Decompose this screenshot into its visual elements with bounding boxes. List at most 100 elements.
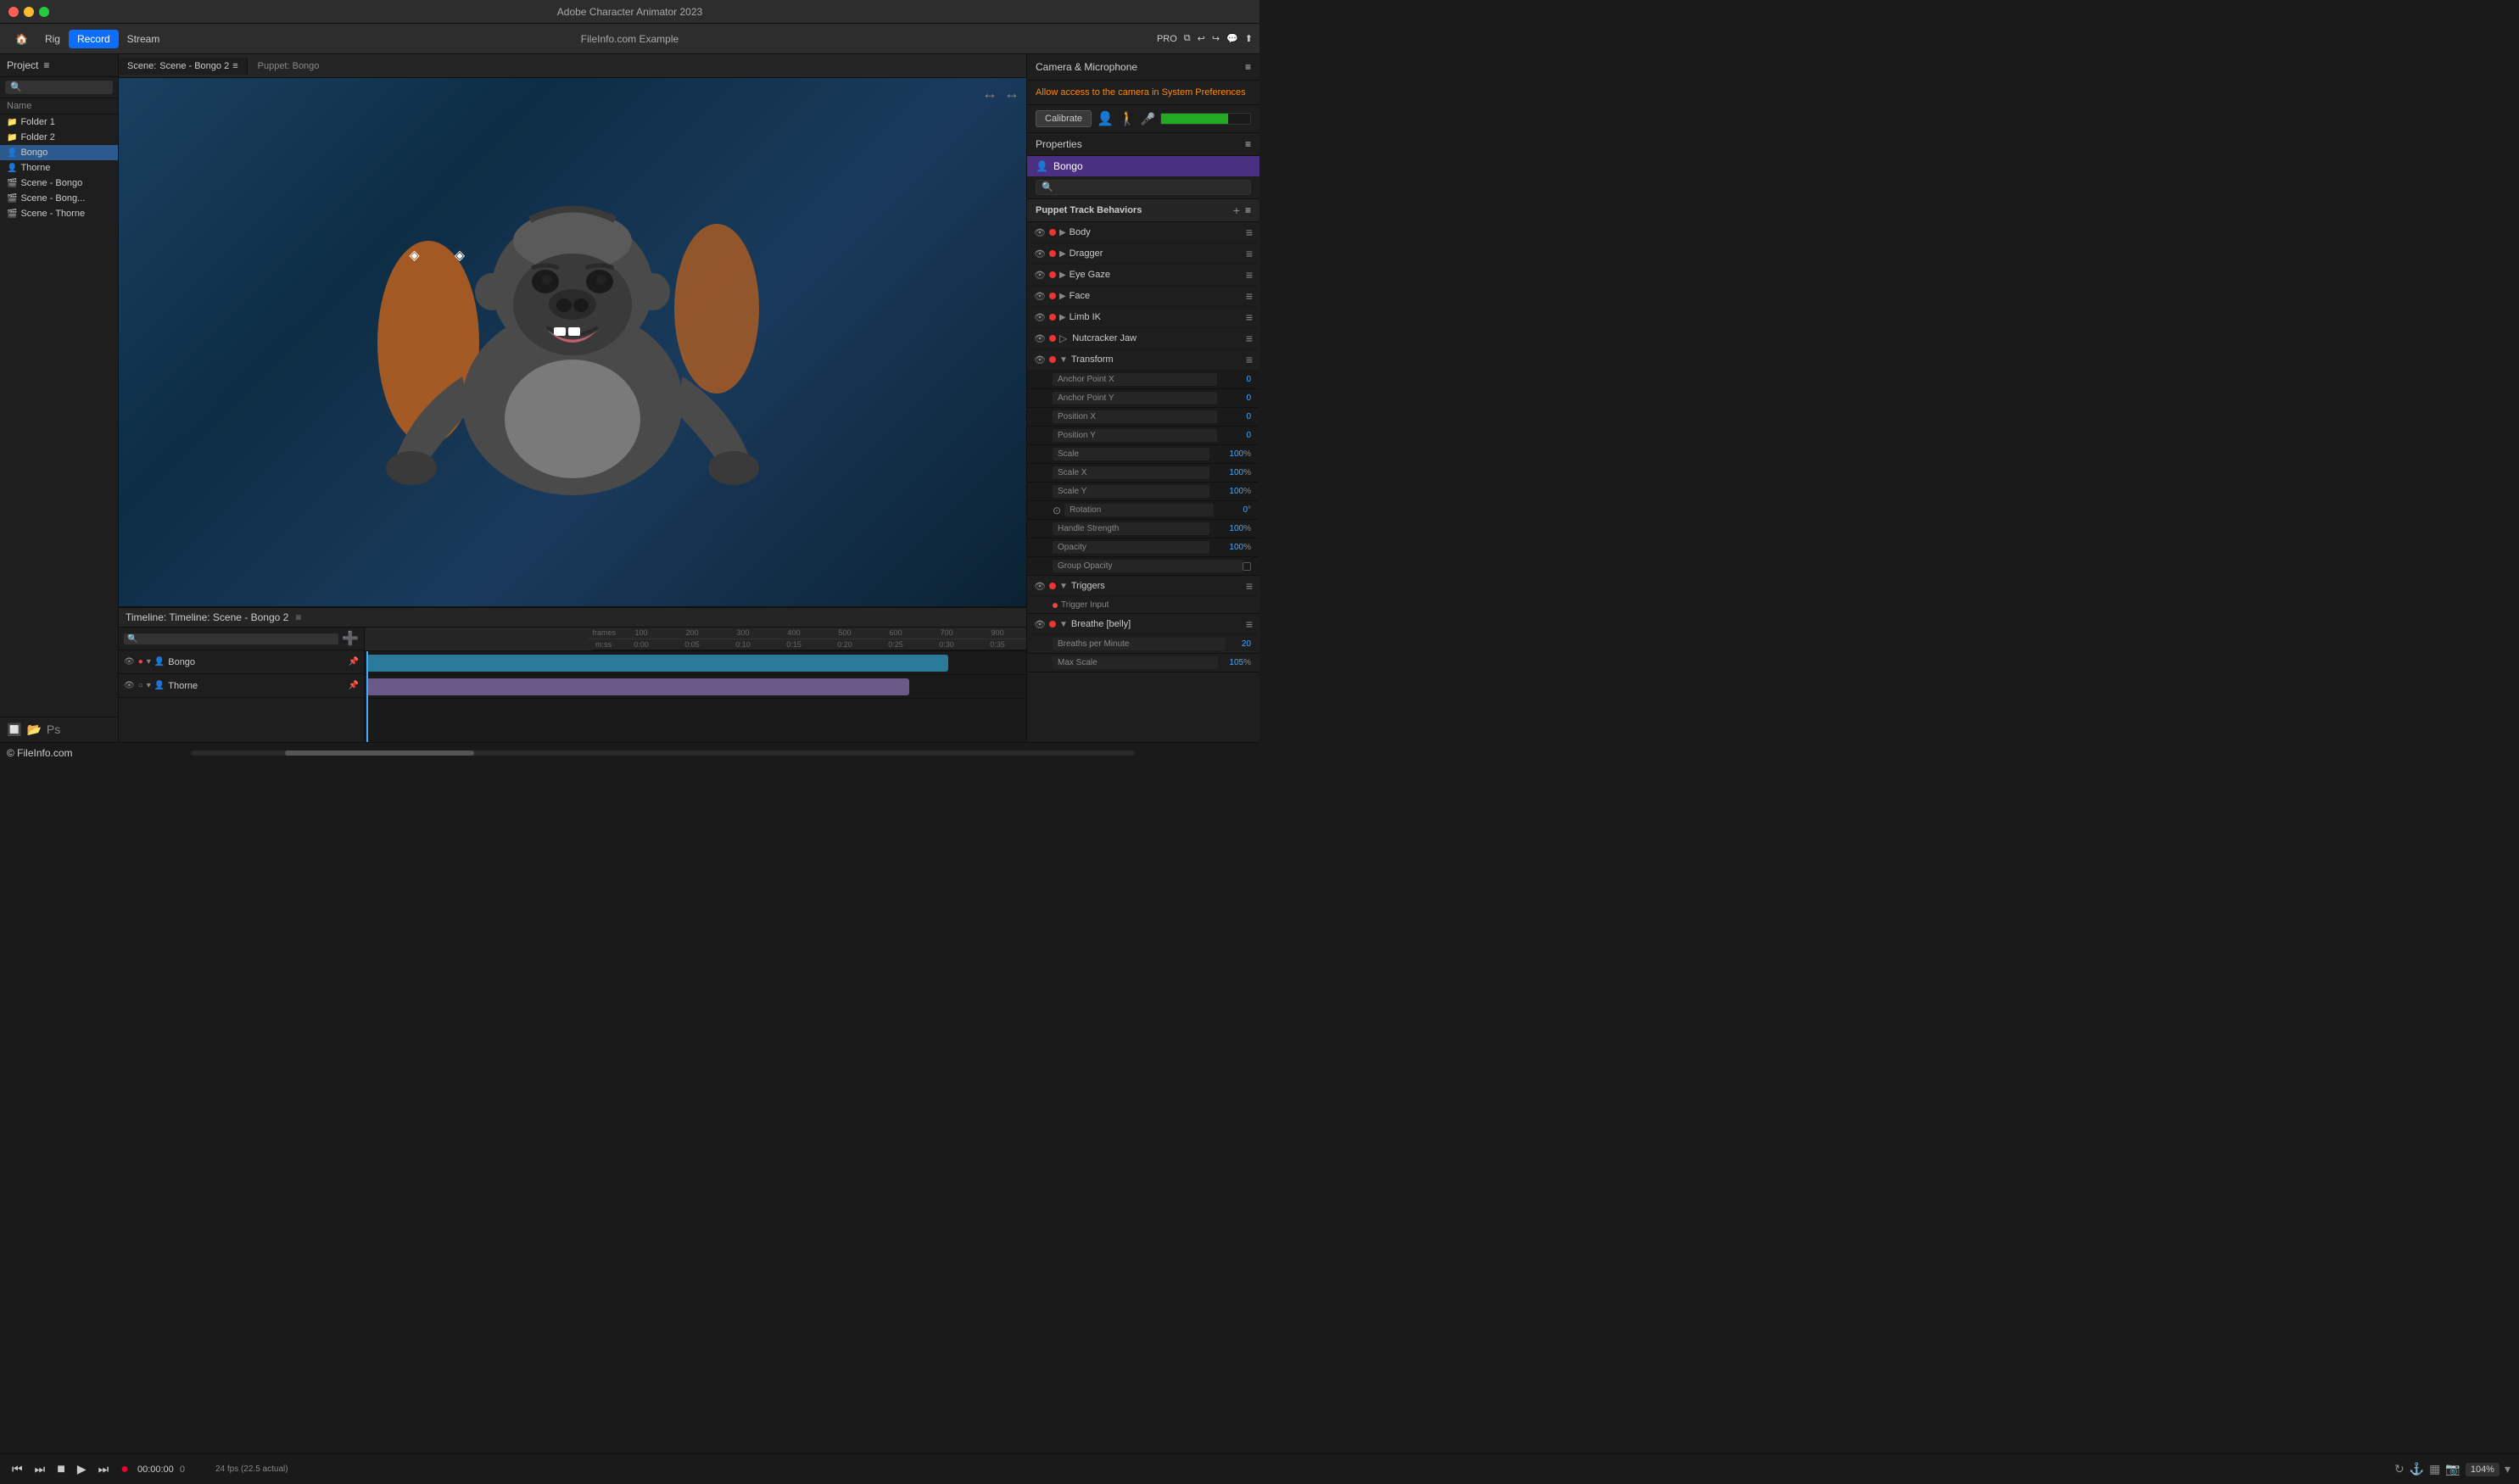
properties-menu-icon[interactable]: ≡	[1245, 138, 1251, 150]
close-button[interactable]	[8, 7, 19, 17]
behavior-eye-transform[interactable]: 👁	[1034, 354, 1046, 365]
menu-rig[interactable]: Rig	[36, 30, 69, 48]
group-opacity-label[interactable]: Group Opacity	[1053, 560, 1243, 572]
add-behavior-button[interactable]: +	[1233, 204, 1240, 217]
track-dot-icon[interactable]: ○	[138, 681, 143, 690]
rotation-label[interactable]: Rotation	[1064, 504, 1214, 516]
timeline-playhead[interactable]	[366, 651, 368, 742]
anchor-point-x-value[interactable]: 0	[1217, 375, 1251, 384]
timeline-search-input[interactable]	[124, 633, 338, 644]
behavior-eye-eyegaze[interactable]: 👁	[1034, 270, 1046, 281]
to-start-button[interactable]: ⏮	[8, 1460, 26, 1478]
track-eye-icon[interactable]: 👁	[124, 657, 135, 667]
project-item-folder1[interactable]: 📁 Folder 1	[0, 114, 118, 130]
behavior-expand-dragger[interactable]: ▶	[1059, 249, 1066, 259]
opacity-value[interactable]: 100	[1209, 543, 1243, 552]
camera-panel-menu-icon[interactable]: ≡	[1245, 61, 1251, 73]
behavior-eye-triggers[interactable]: 👁	[1034, 581, 1046, 592]
track-expand-icon[interactable]: ▾	[147, 681, 151, 690]
anchor-point-y-value[interactable]: 0	[1217, 393, 1251, 403]
handle-strength-value[interactable]: 100	[1209, 524, 1243, 533]
resize-horizontal-icon[interactable]: ↔	[982, 85, 997, 103]
behavior-menu-triggers[interactable]: ≡	[1246, 579, 1253, 593]
handle-strength-label[interactable]: Handle Strength	[1053, 522, 1209, 535]
behavior-expand-transform[interactable]: ▼	[1059, 355, 1068, 365]
max-scale-value[interactable]: 105	[1218, 658, 1243, 667]
record-button[interactable]: ●	[117, 1460, 132, 1479]
scrollbar-thumb[interactable]	[285, 750, 474, 756]
play-button[interactable]: ▶	[74, 1460, 90, 1478]
behavior-expand-eyegaze[interactable]: ▶	[1059, 271, 1066, 280]
behavior-expand-nutcracker[interactable]: ▷	[1059, 332, 1067, 344]
project-item-scene-bongo[interactable]: 🎬 Scene - Bongo	[0, 176, 118, 191]
group-opacity-checkbox[interactable]	[1243, 562, 1251, 571]
anchor-point-y-label[interactable]: Anchor Point Y	[1053, 392, 1217, 404]
behavior-eye-dragger[interactable]: 👁	[1034, 248, 1046, 259]
project-search-input[interactable]	[5, 81, 113, 94]
behavior-menu-breathe[interactable]: ≡	[1246, 617, 1253, 631]
resize-diagonal-icon[interactable]: ↔	[1004, 85, 1019, 103]
behavior-expand-triggers[interactable]: ▼	[1059, 582, 1068, 591]
position-y-label[interactable]: Position Y	[1053, 429, 1217, 442]
track-dot-icon[interactable]: ●	[138, 657, 143, 667]
behavior-menu-face[interactable]: ≡	[1246, 289, 1253, 303]
bongo-clip[interactable]	[366, 655, 948, 672]
stop-button[interactable]: ■	[53, 1460, 69, 1479]
behaviors-menu-icon[interactable]: ≡	[1245, 204, 1251, 216]
project-menu-icon[interactable]: ≡	[43, 59, 49, 71]
redo-button[interactable]: ↪	[1212, 33, 1220, 44]
scale-y-value[interactable]: 100	[1209, 487, 1243, 496]
calibrate-button[interactable]: Calibrate	[1036, 110, 1092, 127]
position-y-value[interactable]: 0	[1217, 431, 1251, 440]
microphone-icon[interactable]: 🎤	[1141, 112, 1155, 126]
behavior-menu-body[interactable]: ≡	[1246, 226, 1253, 239]
home-button[interactable]: 🏠	[7, 30, 36, 48]
properties-search-input[interactable]	[1036, 180, 1251, 195]
window-icon[interactable]: ⧉	[1184, 33, 1191, 44]
project-item-bongo[interactable]: 👤 Bongo	[0, 145, 118, 160]
track-pin-icon[interactable]: 📌	[349, 681, 359, 690]
behavior-expand-body[interactable]: ▶	[1059, 228, 1066, 237]
scale-y-label[interactable]: Scale Y	[1053, 485, 1209, 498]
comment-button[interactable]: 💬	[1226, 33, 1238, 44]
track-pin-icon[interactable]: 📌	[349, 657, 359, 667]
step-back-button[interactable]: ⏭	[31, 1460, 49, 1478]
bpm-label[interactable]: Breaths per Minute	[1053, 638, 1226, 650]
opacity-label[interactable]: Opacity	[1053, 541, 1209, 554]
zoom-menu-icon[interactable]: ▾	[2505, 1462, 2511, 1476]
puppet-track-behaviors-header[interactable]: Puppet Track Behaviors + ≡	[1027, 199, 1260, 222]
scale-x-value[interactable]: 100	[1209, 468, 1243, 477]
behavior-expand-limbik[interactable]: ▶	[1059, 313, 1066, 322]
scale-value[interactable]: 100	[1209, 449, 1243, 459]
behavior-menu-transform[interactable]: ≡	[1246, 353, 1253, 366]
behavior-menu-dragger[interactable]: ≡	[1246, 247, 1253, 260]
new-folder-icon[interactable]: 📂	[26, 722, 41, 737]
scene-tab-active[interactable]: Scene: Scene - Bongo 2 ≡	[119, 58, 248, 75]
project-item-folder2[interactable]: 📁 Folder 2	[0, 130, 118, 145]
timeline-icon[interactable]: ▦	[2429, 1462, 2440, 1476]
undo-button[interactable]: ↩	[1198, 33, 1205, 44]
behavior-eye-limbik[interactable]: 👁	[1034, 312, 1046, 323]
body-track-icon[interactable]: 🚶	[1119, 110, 1136, 127]
scale-label[interactable]: Scale	[1053, 448, 1209, 460]
person-icon[interactable]: 👤	[1097, 110, 1114, 127]
behavior-eye-breathe[interactable]: 👁	[1034, 619, 1046, 630]
behavior-eye-face[interactable]: 👁	[1034, 291, 1046, 302]
step-fwd-button[interactable]: ⏭	[95, 1460, 113, 1478]
behavior-expand-face[interactable]: ▶	[1059, 292, 1066, 301]
behavior-expand-breathe[interactable]: ▼	[1059, 620, 1068, 629]
track-eye-icon[interactable]: 👁	[124, 681, 135, 690]
menu-stream[interactable]: Stream	[119, 30, 169, 48]
add-track-icon[interactable]: ➕	[342, 630, 359, 647]
track-expand-icon[interactable]: ▾	[147, 657, 151, 667]
project-item-scene-bong2[interactable]: 🎬 Scene - Bong...	[0, 191, 118, 206]
timeline-menu-icon[interactable]: ≡	[295, 611, 301, 623]
behavior-menu-limbik[interactable]: ≡	[1246, 310, 1253, 324]
position-x-value[interactable]: 0	[1217, 412, 1251, 421]
photoshop-icon[interactable]: Ps	[47, 722, 60, 737]
behavior-menu-eyegaze[interactable]: ≡	[1246, 268, 1253, 282]
thorne-clip[interactable]	[366, 678, 909, 695]
zoom-level[interactable]: 104%	[2466, 1463, 2499, 1476]
behavior-menu-nutcracker[interactable]: ≡	[1246, 332, 1253, 345]
bpm-value[interactable]: 20	[1226, 639, 1251, 649]
